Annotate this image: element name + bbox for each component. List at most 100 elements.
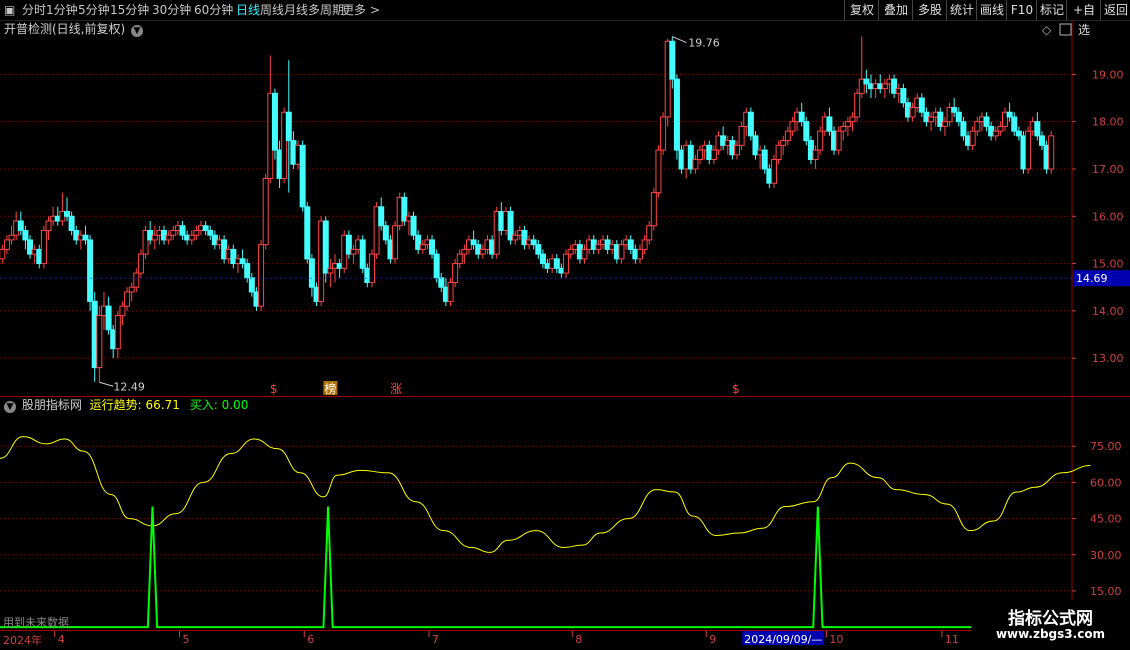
candle-body-66 <box>304 206 311 260</box>
candle-body-63 <box>290 140 297 165</box>
buy-label: 买入: <box>189 398 218 412</box>
period-tab-2[interactable]: 5分钟 <box>78 0 110 20</box>
candle-body-1 <box>3 239 10 250</box>
candle-body-141 <box>650 192 657 227</box>
series-line-1 <box>0 506 1091 629</box>
toolbar-menu-icon[interactable]: ▣ <box>4 0 15 20</box>
period-tab-1[interactable]: 1分钟 <box>46 0 78 20</box>
period-tab-3[interactable]: 15分钟 <box>110 0 149 20</box>
main-tick-label-3: 16.00 <box>1092 210 1124 223</box>
candle-body-51 <box>234 258 241 265</box>
candle-body-95 <box>438 277 445 288</box>
candle-body-49 <box>225 248 232 260</box>
candle-body-152 <box>701 144 708 151</box>
candle-body-185 <box>854 92 861 118</box>
candle-body-78 <box>359 239 366 269</box>
candle-body-157 <box>724 140 731 146</box>
indicator-name: 股朋指标网 <box>21 398 82 412</box>
candle-body-27 <box>124 291 131 307</box>
period-tab-6[interactable]: 日线 <box>236 0 260 20</box>
marker-3: $ <box>732 382 740 396</box>
period-tab-10[interactable]: 更多 > <box>342 0 380 20</box>
candle-body-101 <box>466 239 472 250</box>
toolbar-button-6[interactable]: 标记 <box>1036 0 1067 20</box>
candle-body-18 <box>82 234 89 241</box>
candle-body-97 <box>447 281 454 302</box>
candle-body-24 <box>110 329 117 350</box>
candle-body-82 <box>378 206 385 227</box>
candle-body-120 <box>553 258 560 269</box>
candle-body-77 <box>355 239 362 250</box>
candle-body-64 <box>295 144 302 165</box>
candle-body-135 <box>623 239 630 246</box>
toolbar-button-4[interactable]: 画线 <box>976 0 1007 20</box>
candle-body-114 <box>526 239 533 246</box>
watermark-url: www.zbgs3.com <box>995 627 1106 641</box>
candle-body-85 <box>392 225 399 260</box>
candle-body-65 <box>299 144 306 208</box>
candle-body-183 <box>844 121 851 127</box>
candle-body-34 <box>156 229 163 236</box>
candle-body-80 <box>368 253 375 283</box>
candle-body-56 <box>258 244 265 307</box>
toolbar-button-8[interactable]: 返回 <box>1100 0 1130 20</box>
toolbar-button-5[interactable]: F10 <box>1006 0 1037 20</box>
candle-body-93 <box>429 239 436 255</box>
candle-body-125 <box>576 244 583 260</box>
candle-body-195 <box>900 88 907 104</box>
toolbar-button-2[interactable]: 多股 <box>912 0 947 20</box>
main-tick-label-5: 18.00 <box>1092 116 1124 129</box>
candle-body-148 <box>683 144 690 170</box>
candle-body-153 <box>706 144 713 161</box>
title-dropdown-icon[interactable]: ▼ <box>131 25 144 37</box>
candle-body-139 <box>641 239 648 250</box>
stock-chart[interactable]: 13.00 14.00 15.00 16.00 17.00 18.00 19.00 19.76… <box>0 0 1130 650</box>
candle-body-103 <box>475 244 482 255</box>
toolbar-button-3[interactable]: 统计 <box>946 0 977 20</box>
month-label-6: 10 <box>829 633 843 646</box>
candle-body-33 <box>151 234 158 241</box>
period-tab-7[interactable]: 周线 <box>260 0 284 20</box>
toolbar-button-7[interactable]: +自选 <box>1066 0 1101 37</box>
candle-body-14 <box>64 211 70 217</box>
candle-body-130 <box>600 239 606 246</box>
candle-body-70 <box>322 220 329 274</box>
candle-body-83 <box>382 225 389 241</box>
period-tab-0[interactable]: 分时 <box>22 0 46 20</box>
candle-body-91 <box>419 244 426 250</box>
candle-body-96 <box>442 286 449 302</box>
candle-body-145 <box>669 40 676 80</box>
candle-body-134 <box>618 244 625 260</box>
candle-body-190 <box>877 83 884 90</box>
indicator-dropdown-icon[interactable]: ▼ <box>4 401 16 413</box>
candle-body-225 <box>1038 135 1045 146</box>
candle-body-212 <box>978 116 985 123</box>
candle-body-174 <box>803 121 810 142</box>
candle-body-104 <box>479 248 486 255</box>
toolbar-button-0[interactable]: 复权 <box>844 0 879 20</box>
indicator-header: ▼ 股朋指标网 运行趋势: 66.71 买入: 0.00 <box>4 397 248 413</box>
candle-body-10 <box>45 220 52 231</box>
candle-body-6 <box>27 239 34 255</box>
candle-body-116 <box>535 244 542 255</box>
period-tab-5[interactable]: 60分钟 <box>194 0 233 20</box>
candle-body-144 <box>664 40 671 118</box>
candle-body-25 <box>114 315 121 350</box>
candle-body-73 <box>336 263 343 269</box>
period-tab-9[interactable]: 多周期 <box>308 0 344 20</box>
candle-body-41 <box>188 234 195 241</box>
candle-body-166 <box>766 168 773 184</box>
candle-body-194 <box>895 88 902 94</box>
series-line-0 <box>0 436 1091 553</box>
candle-body-176 <box>812 149 819 161</box>
period-tab-4[interactable]: 30分钟 <box>152 0 191 20</box>
candle-body-110 <box>507 211 514 241</box>
candle-body-7 <box>31 248 38 255</box>
candle-body-199 <box>918 97 925 113</box>
toolbar-button-1[interactable]: 叠加 <box>878 0 913 20</box>
candle-body-140 <box>646 225 653 241</box>
candle-body-61 <box>281 111 288 179</box>
candle-body-189 <box>872 83 879 90</box>
period-tab-8[interactable]: 月线 <box>284 0 308 20</box>
candle-body-201 <box>928 116 935 123</box>
